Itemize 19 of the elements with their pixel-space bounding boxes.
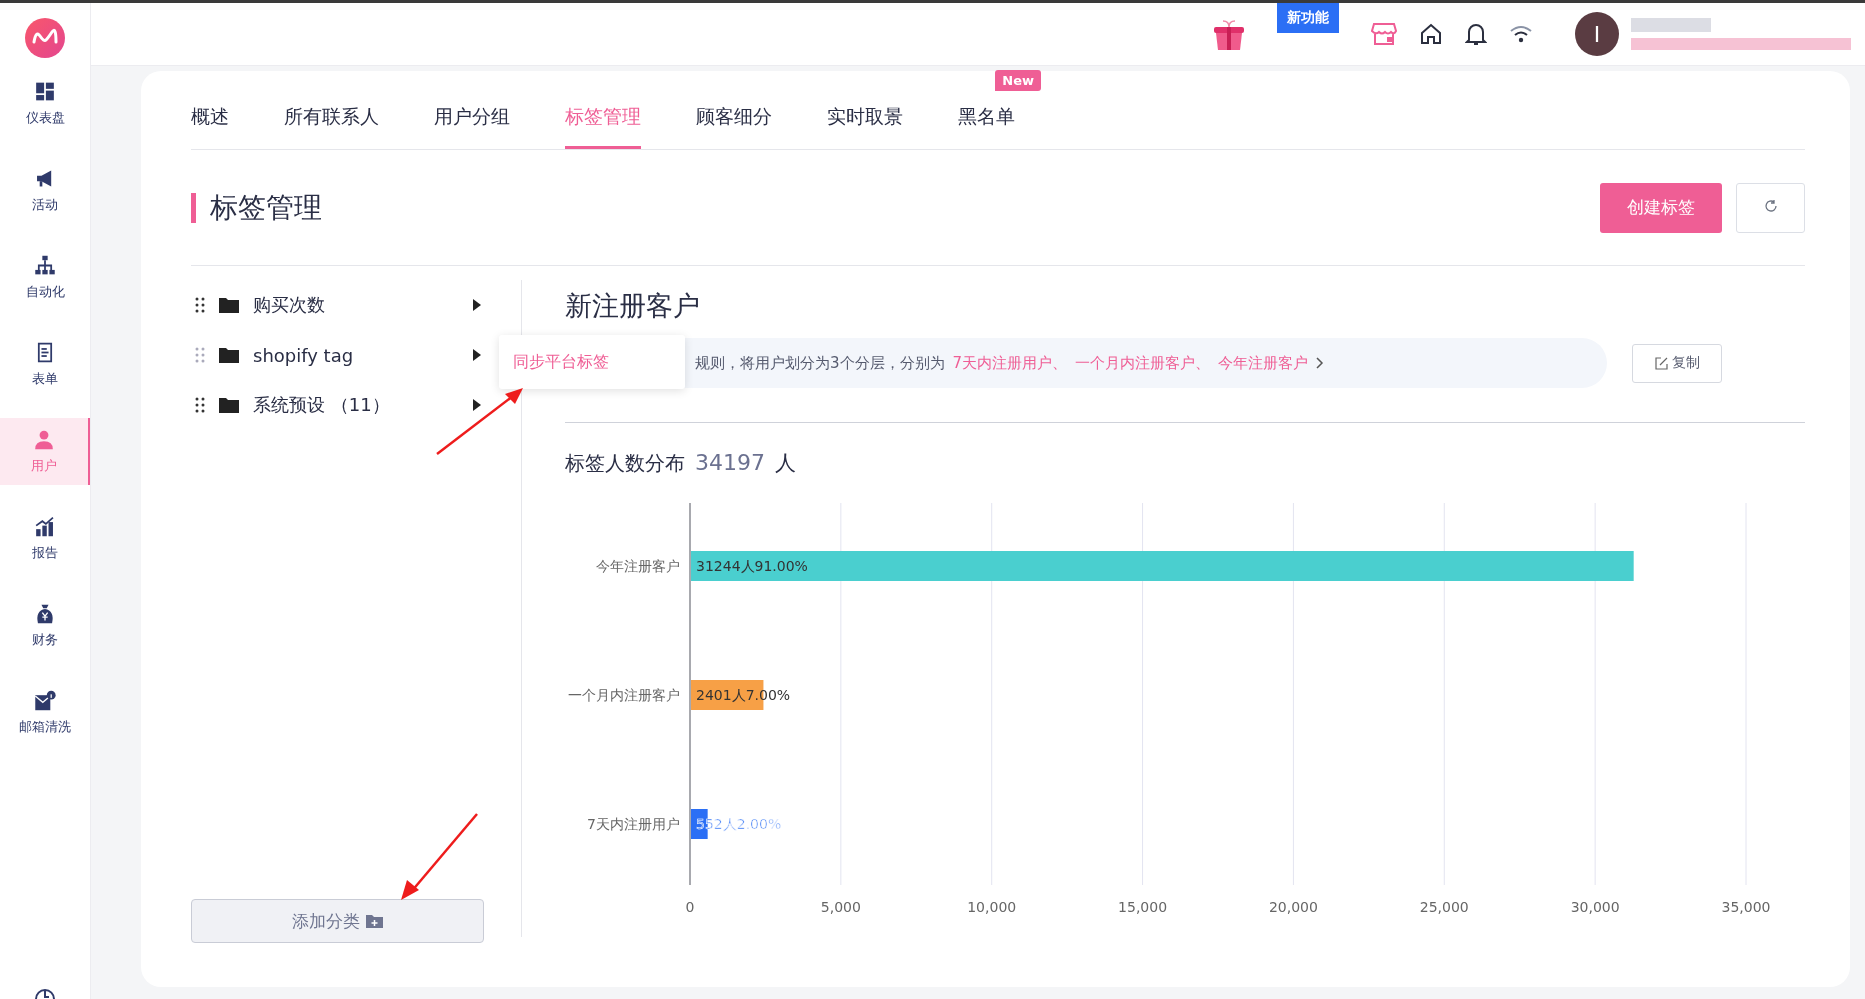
total-count: 34197 [695,450,765,475]
axis-tick-label: 30,000 [1570,899,1620,915]
axis-tick-label: 5,000 [820,899,861,915]
segment-title: 新注册客户 [565,289,701,323]
bar-value-label: 31244人91.00% [696,558,808,574]
axis-tick-label: 35,000 [1721,899,1771,915]
axis-tick-label: 15,000 [1118,899,1168,915]
axis-tick-label: 10,000 [967,899,1017,915]
axis-category-label: 今年注册客户 [596,558,680,574]
distribution-label: 标签人数分布 [565,450,685,477]
axis-category-label: 7天内注册用户 [587,816,680,832]
axis-category-label: 一个月内注册客户 [568,687,680,703]
description-text: 规则，将用户划分为3个分层，分别为 [695,353,945,373]
axis-tick-label: 25,000 [1419,899,1469,915]
unit-label: 人 [775,450,796,477]
axis-tick-label: 20,000 [1268,899,1318,915]
axis-tick-label: 0 [685,899,695,915]
page-title: 标签管理 [191,192,322,223]
new-badge: New [995,70,1041,91]
